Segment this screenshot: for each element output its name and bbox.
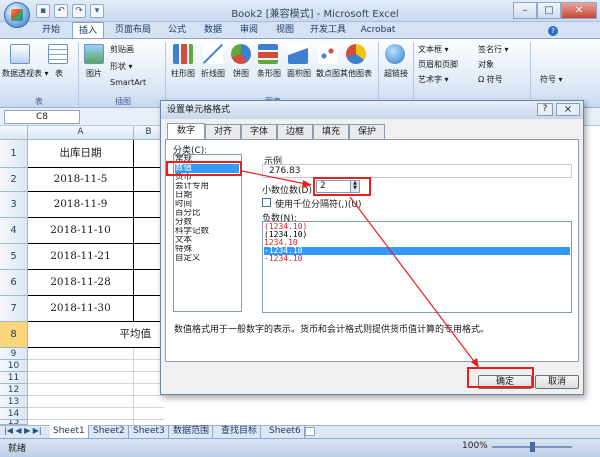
arrow-head-decimals [302, 180, 312, 188]
arrow-category-to-decimals [241, 170, 307, 185]
arrow-decimals-to-ok [349, 196, 477, 365]
annotation-arrows [241, 170, 479, 368]
office-button[interactable] [4, 2, 30, 28]
office-logo-icon [11, 9, 23, 21]
